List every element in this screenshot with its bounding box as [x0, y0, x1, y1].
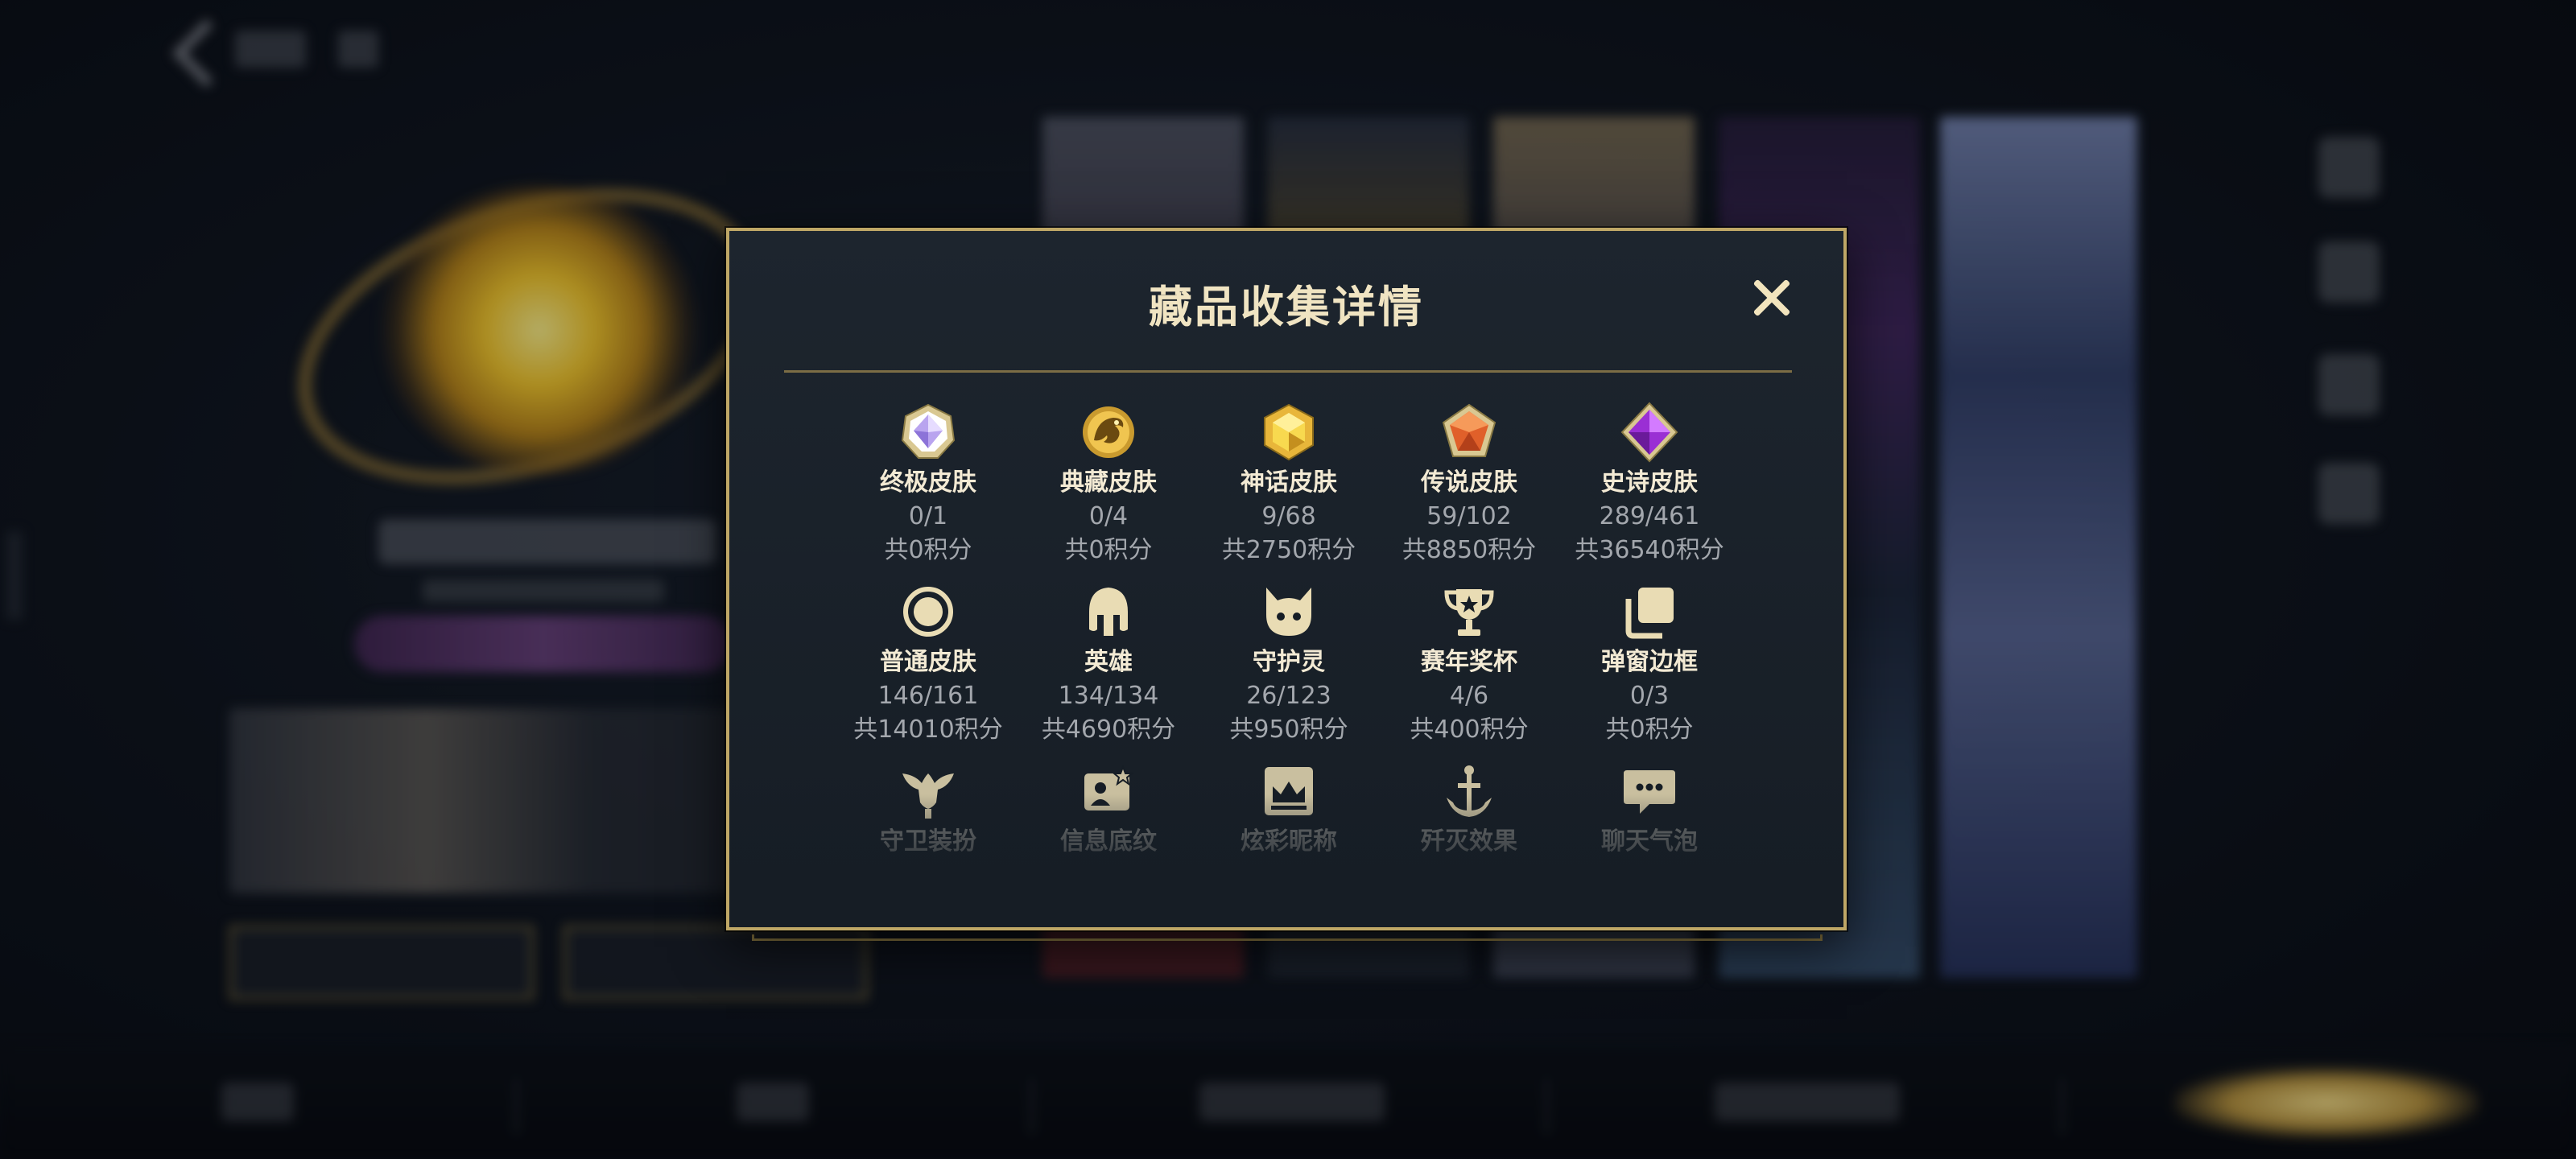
- item-name: 守护灵: [1253, 648, 1325, 676]
- collection-row: 普通皮肤 146/161 共14010积分 英雄 134/134 共4690积分…: [838, 580, 1740, 759]
- item-points: 共2750积分: [1221, 536, 1356, 564]
- collection-item[interactable]: 普通皮肤 146/161 共14010积分: [838, 580, 1018, 759]
- item-points: 共400积分: [1410, 716, 1529, 744]
- collection-grid: 终极皮肤 0/1 共0积分 典藏皮肤 0/4 共0积分 神话皮肤 9/68 共2…: [838, 400, 1740, 927]
- guard-outfit-icon: [902, 773, 954, 819]
- item-points: 共4690积分: [1041, 716, 1176, 744]
- collection-item[interactable]: 赛年奖杯 4/6 共400积分: [1379, 580, 1559, 759]
- colorful-nickname-icon: [1265, 767, 1313, 815]
- item-count: 289/461: [1599, 502, 1700, 530]
- collection-item[interactable]: 守卫装扮: [838, 759, 1018, 927]
- item-name: 信息底纹: [1060, 827, 1157, 856]
- collection-item[interactable]: 史诗皮肤 289/461 共36540积分: [1559, 400, 1740, 580]
- item-name: 终极皮肤: [880, 468, 976, 497]
- title-divider: [784, 370, 1792, 373]
- item-count: 9/68: [1261, 502, 1316, 530]
- collection-item[interactable]: 炫彩昵称: [1199, 759, 1379, 927]
- item-points: 共950积分: [1229, 716, 1348, 744]
- item-name: 守卫装扮: [880, 827, 976, 856]
- ultimate-skin-gem-icon: [901, 403, 956, 459]
- epic-skin-gem-icon: [1620, 402, 1678, 463]
- collection-item[interactable]: 终极皮肤 0/1 共0积分: [838, 400, 1018, 580]
- item-points: 共14010积分: [853, 716, 1003, 744]
- chat-bubble-icon: [1624, 770, 1675, 814]
- collection-item[interactable]: 弹窗边框 0/3 共0积分: [1559, 580, 1740, 759]
- item-name: 史诗皮肤: [1601, 468, 1698, 497]
- item-count: 0/4: [1088, 502, 1129, 530]
- legendary-skin-gem-icon: [1442, 403, 1496, 457]
- elimination-effect-icon: [1447, 765, 1492, 817]
- item-name: 炫彩昵称: [1241, 827, 1337, 856]
- item-points: 共0积分: [884, 536, 972, 564]
- hero-helmet-icon: [1089, 588, 1128, 636]
- item-name: 典藏皮肤: [1060, 468, 1157, 497]
- collection-row: 守卫装扮 信息底纹 炫彩昵称 歼灭效果 聊天气泡: [838, 759, 1740, 927]
- collector-skin-dragon-icon: [1083, 406, 1134, 458]
- mythic-skin-gem-icon: [1264, 403, 1314, 461]
- collection-item[interactable]: 信息底纹: [1018, 759, 1199, 927]
- collection-item[interactable]: 神话皮肤 9/68 共2750积分: [1199, 400, 1379, 580]
- dialog-title: 藏品收集详情: [1149, 282, 1424, 332]
- item-name: 歼灭效果: [1421, 827, 1517, 856]
- item-count: 26/123: [1246, 682, 1331, 710]
- item-count: 134/134: [1058, 682, 1159, 710]
- info-background-icon: [1084, 765, 1134, 810]
- item-count: 0/1: [908, 502, 948, 530]
- close-icon[interactable]: [1750, 276, 1794, 320]
- guardian-spirit-icon: [1266, 588, 1311, 636]
- item-points: 共0积分: [1064, 536, 1153, 564]
- collection-item[interactable]: 传说皮肤 59/102 共8850积分: [1379, 400, 1559, 580]
- item-name: 聊天气泡: [1601, 827, 1698, 856]
- collection-item[interactable]: 守护灵 26/123 共950积分: [1199, 580, 1379, 759]
- collection-item[interactable]: 典藏皮肤 0/4 共0积分: [1018, 400, 1199, 580]
- item-name: 英雄: [1084, 648, 1133, 676]
- item-name: 神话皮肤: [1241, 468, 1337, 497]
- item-name: 赛年奖杯: [1421, 648, 1517, 676]
- item-count: 0/3: [1629, 682, 1670, 710]
- item-name: 弹窗边框: [1601, 648, 1698, 676]
- item-points: 共36540积分: [1575, 536, 1724, 564]
- collection-item[interactable]: 歼灭效果: [1379, 759, 1559, 927]
- season-trophy-icon: [1444, 589, 1494, 636]
- item-count: 4/6: [1449, 682, 1489, 710]
- item-name: 传说皮肤: [1421, 468, 1517, 497]
- popup-frame-icon: [1625, 588, 1674, 639]
- collection-item[interactable]: 聊天气泡: [1559, 759, 1740, 927]
- item-points: 共0积分: [1605, 716, 1694, 744]
- item-name: 普通皮肤: [880, 648, 976, 676]
- item-count: 146/161: [877, 682, 979, 710]
- collection-row: 终极皮肤 0/1 共0积分 典藏皮肤 0/4 共0积分 神话皮肤 9/68 共2…: [838, 400, 1740, 580]
- item-points: 共8850积分: [1402, 536, 1537, 564]
- collection-item[interactable]: 英雄 134/134 共4690积分: [1018, 580, 1199, 759]
- normal-skin-circle-icon: [903, 587, 953, 637]
- collection-details-dialog: 藏品收集详情 终极皮肤 0/1 共0积分 典藏皮肤 0/4 共0积分 神话皮肤 …: [726, 228, 1847, 930]
- item-count: 59/102: [1426, 502, 1512, 530]
- dialog-shadow-frame: [752, 934, 1823, 941]
